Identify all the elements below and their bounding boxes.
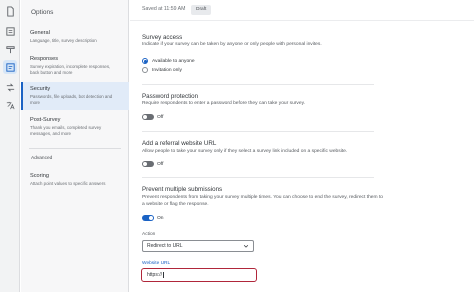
section-desc-survey-access: Indicate if your survey can be taken by … — [142, 42, 322, 47]
password-protection-toggle[interactable] — [142, 114, 154, 120]
nav-item-desc: Survey expiration, incomplete responses,… — [30, 64, 111, 76]
website-url-input[interactable]: https:// — [141, 268, 257, 282]
panel-title: Options — [31, 9, 54, 16]
referral-url-toggle[interactable] — [142, 161, 154, 167]
prevent-multiple-toggle-row: On — [142, 215, 164, 221]
section-title-prevent-multiple: Prevent multiple submissions — [142, 186, 223, 193]
radio-button-selected[interactable] — [142, 58, 148, 64]
password-toggle-row: Off — [142, 114, 163, 120]
brush-icon[interactable] — [3, 42, 17, 56]
radio-available-to-anyone[interactable]: Available to anyone — [142, 58, 195, 64]
action-select[interactable]: Redirect to URL — [142, 240, 254, 252]
nav-item-label: Responses — [30, 56, 58, 62]
radio-invitation-only[interactable]: Invitation only — [142, 67, 182, 73]
section-divider — [142, 84, 374, 85]
toggle-label: Off — [157, 161, 164, 167]
translate-icon[interactable] — [3, 98, 17, 112]
radio-label: Invitation only — [152, 67, 182, 73]
nav-item-label: Security — [30, 86, 51, 92]
panel-divider — [29, 148, 121, 149]
main-content: Saved at 11:59 AM Draft Survey access In… — [130, 0, 474, 292]
topbar-divider — [130, 20, 474, 21]
options-panel: Options General Language, title, survey … — [21, 0, 129, 292]
toggle-label: On — [157, 215, 164, 221]
section-desc-referral: Allow people to take your survey only if… — [142, 149, 348, 154]
section-desc-prevent-multiple-2: a website or flag the response. — [142, 202, 209, 207]
section-title-survey-access: Survey access — [142, 34, 183, 41]
nav-item-scoring[interactable]: Scoring Attach point values to specific … — [21, 169, 129, 191]
nav-item-label: General — [30, 30, 50, 36]
section-desc-password: Require respondents to enter a password … — [142, 101, 306, 106]
section-divider — [142, 131, 374, 132]
nav-item-post-survey[interactable]: Post-Survey Thank you emails, completed … — [21, 113, 129, 141]
toggle-label: Off — [157, 114, 164, 120]
section-title-password: Password protection — [142, 93, 199, 100]
document-icon[interactable] — [3, 4, 17, 18]
nav-item-general[interactable]: General Language, title, survey descript… — [21, 26, 129, 48]
survey-options-icon[interactable] — [3, 60, 17, 74]
icon-rail — [0, 0, 20, 292]
action-label: Action — [142, 232, 156, 237]
workflow-icon[interactable] — [3, 80, 17, 94]
website-url-value: https:// — [147, 272, 163, 278]
nav-item-desc: Attach point values to specific answers — [30, 181, 106, 186]
radio-button[interactable] — [142, 67, 148, 73]
chevron-down-icon — [243, 244, 249, 248]
nav-item-security[interactable]: Security Passwords, file uploads, bot de… — [21, 82, 129, 110]
nav-item-responses[interactable]: Responses Survey expiration, incomplete … — [21, 52, 129, 80]
save-status: Saved at 11:59 AM — [142, 6, 186, 12]
nav-item-label: Scoring — [30, 173, 49, 179]
nav-item-desc: Thank you emails, completed survey messa… — [30, 125, 102, 137]
section-desc-prevent-multiple: Prevent respondents from taking your sur… — [142, 195, 384, 200]
prevent-multiple-toggle[interactable] — [142, 215, 154, 221]
nav-item-label: Post-Survey — [30, 117, 61, 123]
nav-item-desc: Passwords, file uploads, bot detection a… — [30, 94, 113, 106]
action-select-value: Redirect to URL — [147, 243, 183, 249]
section-title-referral: Add a referral website URL — [142, 140, 217, 147]
radio-label: Available to anyone — [152, 58, 195, 64]
text-cursor — [162, 272, 164, 278]
website-url-label: Website URL — [142, 261, 171, 266]
referral-toggle-row: Off — [142, 161, 163, 167]
status-badge: Draft — [191, 4, 212, 15]
list-icon[interactable] — [3, 24, 17, 38]
nav-item-desc: Language, title, survey description — [30, 38, 97, 43]
section-divider — [142, 177, 374, 178]
section-label-advanced: Advanced — [31, 156, 53, 161]
